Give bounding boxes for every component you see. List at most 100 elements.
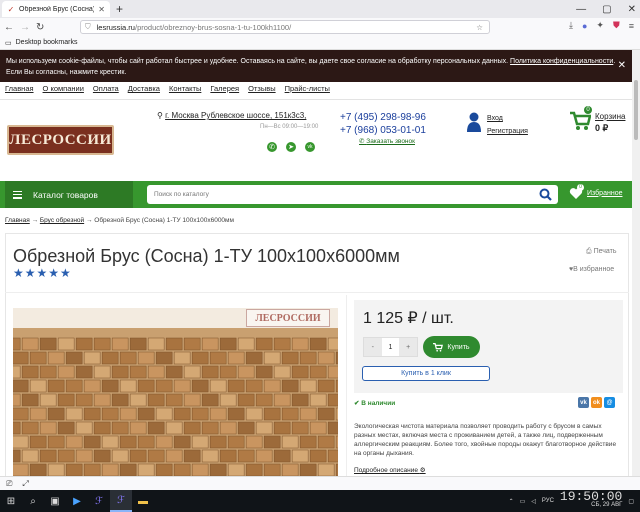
vk-icon[interactable]: vk (305, 142, 315, 152)
account-icon[interactable]: ● (582, 21, 587, 31)
reload-icon[interactable]: ↻ (36, 22, 44, 33)
timber-end (209, 351, 227, 365)
cookie-close-icon[interactable]: ✕ (618, 60, 626, 71)
menu-item-about[interactable]: О компании (43, 84, 84, 93)
buy-button[interactable]: Купить (423, 336, 480, 358)
phone-2[interactable]: +7 (968) 053-01-01 (340, 124, 426, 137)
print-label: Печать (593, 248, 617, 255)
media-player-icon[interactable]: ▶ (66, 490, 88, 512)
timber-end (65, 435, 83, 449)
breadcrumb-category[interactable]: Брус обрезной (40, 217, 84, 224)
screenshot-icon[interactable]: ⎚ (6, 479, 12, 489)
timber-end (21, 337, 39, 351)
browser-app-icon[interactable]: ℱ (88, 490, 110, 512)
cart-icon[interactable]: 0 (569, 106, 592, 132)
more-description-link[interactable]: Подробное описание ⚙ (354, 466, 426, 474)
product-description: Экологическая чистота материала позволяе… (354, 423, 617, 457)
site-logo[interactable]: ЛЕСРОССИИ (7, 125, 114, 155)
language-indicator[interactable]: РУС (542, 498, 554, 504)
scrollbar-thumb[interactable] (634, 80, 638, 140)
qty-plus-button[interactable]: + (399, 338, 418, 356)
menu-item-contacts[interactable]: Контакты (169, 84, 201, 93)
timber-end (111, 393, 129, 407)
timber-end (183, 337, 201, 351)
maximize-icon[interactable]: ▢ (602, 4, 611, 15)
phone-1[interactable]: +7 (495) 298-98-96 (340, 111, 426, 124)
menu-icon[interactable]: ≡ (629, 21, 634, 31)
callback-link[interactable]: ✆ Заказать звонок (359, 137, 415, 145)
clock[interactable]: 19:50:00 СБ, 29 АВГ (560, 490, 622, 509)
menu-item-payment[interactable]: Оплата (93, 84, 119, 93)
heart-icon: 0 (569, 184, 584, 200)
site-favicon-icon: ✓ (7, 4, 15, 14)
one-click-buy-button[interactable]: Купить в 1 клик (362, 366, 490, 381)
top-menu: Главная О компании Оплата Доставка Конта… (5, 84, 330, 93)
timber-end (219, 365, 237, 379)
qty-minus-button[interactable]: - (364, 338, 382, 356)
vk-share-icon[interactable]: vk (578, 397, 589, 408)
timber-end (317, 407, 335, 421)
menu-item-home[interactable]: Главная (5, 84, 34, 93)
mailru-share-icon[interactable]: @ (604, 397, 615, 408)
extensions-icon[interactable]: ✦ (596, 20, 604, 31)
timber-end (191, 379, 209, 393)
timber-end (129, 449, 147, 463)
tray-up-icon[interactable]: ⌃ (509, 498, 514, 505)
privacy-policy-link[interactable]: Политика конфиденциальности (510, 58, 613, 65)
qty-input[interactable]: 1 (382, 338, 400, 356)
notifications-icon[interactable]: ▢ (628, 498, 634, 505)
close-tab-icon[interactable]: ✕ (98, 5, 105, 14)
watermark-logo: ЛЕСРОССИИ (246, 309, 330, 327)
start-icon[interactable]: ⊞ (0, 490, 22, 512)
timber-end (263, 463, 281, 476)
login-link[interactable]: Вход (487, 112, 528, 125)
cart-label[interactable]: Корзина (595, 112, 625, 121)
phones: +7 (495) 298-98-96 +7 (968) 053-01-01 (340, 111, 426, 137)
bookmark-desktop[interactable]: Desktop bookmarks (16, 39, 78, 46)
new-tab-button[interactable]: + (116, 2, 123, 16)
user-icon[interactable] (467, 112, 481, 132)
search-icon[interactable]: ⌕ (22, 490, 44, 512)
network-icon[interactable]: ▭ (520, 498, 526, 505)
telegram-icon[interactable]: ➤ (286, 142, 296, 152)
timber-end (13, 421, 21, 435)
resize-icon[interactable]: ⤢ (22, 479, 28, 489)
minimize-icon[interactable]: — (576, 4, 586, 15)
timber-end (201, 421, 219, 435)
menu-item-delivery[interactable]: Доставка (128, 84, 160, 93)
menu-item-prices[interactable]: Прайс-листы (285, 84, 330, 93)
timber-end (227, 379, 245, 393)
favorites-link[interactable]: 0 Избранное (569, 184, 622, 200)
ok-share-icon[interactable]: ok (591, 397, 602, 408)
register-link[interactable]: Регистрация (487, 125, 528, 138)
catalog-button[interactable]: Каталог товаров (5, 181, 133, 208)
whatsapp-icon[interactable]: ✆ (267, 142, 277, 152)
forward-icon[interactable]: → (20, 22, 30, 33)
pocket-icon[interactable]: ⛊ (613, 20, 620, 31)
browser-app-active-icon[interactable]: ℱ (110, 490, 132, 512)
close-window-icon[interactable]: ✕ (628, 4, 636, 15)
search-icon[interactable] (539, 188, 552, 201)
menu-item-gallery[interactable]: Галерея (210, 84, 239, 93)
volume-icon[interactable]: ◁ (531, 498, 536, 505)
timber-end (209, 463, 227, 476)
breadcrumb-home[interactable]: Главная (5, 217, 30, 224)
timber-end (83, 407, 101, 421)
bookmark-star-icon[interactable]: ☆ (476, 23, 483, 32)
address-text[interactable]: г. Москва Рублевское шоссе, 151к3с3, (165, 111, 306, 120)
print-link[interactable]: ⎙ Печать (586, 248, 617, 256)
page-scrollbar[interactable] (632, 50, 640, 476)
search-input[interactable] (147, 185, 527, 204)
task-view-icon[interactable]: ▣ (44, 490, 66, 512)
quantity-stepper: - 1 + (363, 337, 418, 357)
download-icon[interactable]: ⤓ (569, 20, 573, 31)
browser-tab[interactable]: ✓ Обрезной Брус (Сосна) 1-ТУ 1 ✕ (2, 1, 110, 17)
product-image[interactable] (13, 308, 338, 476)
menu-item-reviews[interactable]: Отзывы (248, 84, 275, 93)
address-bar[interactable]: ⛉ lesrussia.ru /product/obreznoy-brus-so… (80, 20, 490, 34)
rating-stars[interactable]: ★★★★★ (13, 266, 72, 280)
wishlist-link[interactable]: ♥В избранное (569, 266, 614, 273)
file-explorer-icon[interactable]: ▬ (132, 490, 154, 512)
timber-end (191, 435, 209, 449)
back-icon[interactable]: ← (4, 22, 14, 33)
